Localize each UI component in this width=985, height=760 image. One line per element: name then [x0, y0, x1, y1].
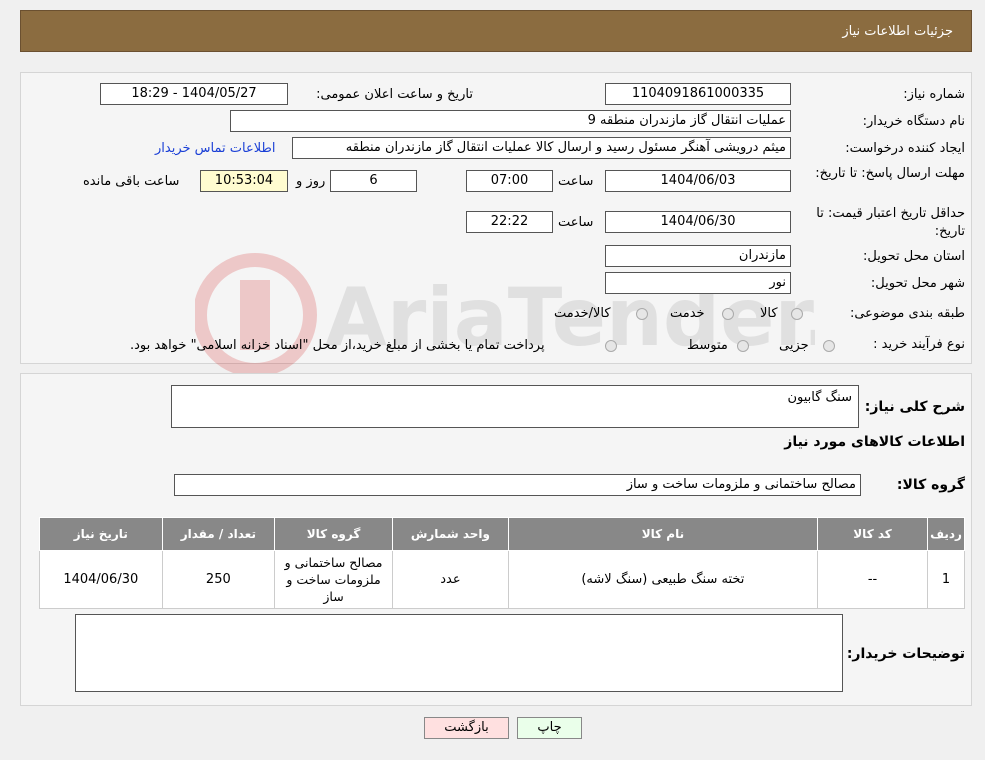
- category-radio-goods[interactable]: [791, 308, 803, 320]
- buyer-org-field: عملیات انتقال گاز مازندران منطقه 9: [230, 110, 791, 132]
- description-value: سنگ گابیون: [787, 390, 852, 405]
- items-table: ردیف کد کالا نام کالا واحد شمارش گروه کا…: [39, 517, 965, 609]
- city-label: شهر محل تحویل:: [870, 276, 965, 291]
- category-option-service: خدمت: [670, 306, 705, 321]
- back-button[interactable]: بازگشت: [424, 717, 509, 739]
- cell-name: تخته سنگ طبیعی (سنگ لاشه): [507, 550, 818, 609]
- validity-time-field: 22:22: [466, 211, 553, 233]
- days-label: روز و: [296, 174, 326, 189]
- creator-label: ایجاد کننده درخواست:: [845, 141, 965, 156]
- buyer-notes-textarea[interactable]: [75, 614, 843, 692]
- col-row: ردیف: [927, 517, 965, 551]
- col-code: کد کالا: [816, 517, 929, 551]
- table-row: 1 -- تخته سنگ طبیعی (سنگ لاشه) عدد مصالح…: [39, 550, 965, 609]
- remaining-time-field: 10:53:04: [200, 170, 288, 192]
- deadline-time-label: ساعت: [558, 174, 594, 189]
- creator-field: میثم درویشی آهنگر مسئول رسید و ارسال کال…: [292, 137, 791, 159]
- process-option-medium: متوسط: [687, 338, 728, 353]
- city-field: نور: [605, 272, 791, 294]
- deadline-date-field: 1404/06/03: [605, 170, 791, 192]
- category-radio-service[interactable]: [722, 308, 734, 320]
- deadline-label: مهلت ارسال پاسخ: تا تاریخ:: [815, 166, 965, 181]
- process-label: نوع فرآیند خرید :: [873, 337, 965, 352]
- process-option-minor: جزیی: [779, 338, 809, 353]
- buyer-notes-label: توضیحات خریدار:: [846, 646, 965, 662]
- process-radio-medium[interactable]: [737, 340, 749, 352]
- buyer-contact-link[interactable]: اطلاعات تماس خریدار: [155, 141, 275, 156]
- remaining-label: ساعت باقی مانده: [83, 174, 180, 189]
- print-button[interactable]: چاپ: [517, 717, 582, 739]
- cell-quantity: 250: [161, 550, 276, 609]
- cell-date: 1404/06/30: [39, 550, 163, 609]
- process-radio-minor[interactable]: [823, 340, 835, 352]
- process-radio-treasury[interactable]: [605, 340, 617, 352]
- province-field: مازندران: [605, 245, 791, 267]
- buyer-org-label: نام دستگاه خریدار:: [862, 114, 965, 129]
- col-name: نام کالا: [507, 517, 818, 551]
- cell-row: 1: [927, 550, 965, 609]
- need-number-field: 1104091861000335: [605, 83, 791, 105]
- cell-code: --: [816, 550, 929, 609]
- announce-label: تاریخ و ساعت اعلان عمومی:: [316, 87, 473, 102]
- page-header: جزئیات اطلاعات نیاز: [20, 10, 972, 52]
- goods-group-label: گروه کالا:: [896, 477, 965, 493]
- description-textarea[interactable]: سنگ گابیون: [171, 385, 859, 428]
- validity-label: حداقل تاریخ اعتبار قیمت: تا تاریخ:: [816, 206, 965, 239]
- category-label: طبقه بندی موضوعی:: [849, 306, 965, 321]
- category-radio-goods-service[interactable]: [636, 308, 648, 320]
- validity-date-field: 1404/06/30: [605, 211, 791, 233]
- days-field: 6: [330, 170, 417, 192]
- items-heading: اطلاعات کالاهای مورد نیاز: [784, 434, 965, 450]
- need-number-label: شماره نیاز:: [903, 87, 965, 102]
- cell-unit: عدد: [391, 550, 509, 609]
- announce-field: 1404/05/27 - 18:29: [100, 83, 288, 105]
- process-treasury-note: پرداخت تمام یا بخشی از مبلغ خرید،از محل …: [130, 338, 545, 353]
- description-label: شرح کلی نیاز:: [864, 399, 965, 415]
- category-option-goods: کالا: [760, 306, 778, 321]
- category-option-goods-service: کالا/خدمت: [554, 306, 611, 321]
- province-label: استان محل تحویل:: [863, 249, 965, 264]
- goods-group-field: مصالح ساختمانی و ملزومات ساخت و ساز: [174, 474, 861, 496]
- cell-group: مصالح ساختمانی و ملزومات ساخت و ساز: [274, 550, 393, 609]
- validity-time-label: ساعت: [558, 215, 594, 230]
- deadline-time-field: 07:00: [466, 170, 553, 192]
- items-table-header: ردیف کد کالا نام کالا واحد شمارش گروه کا…: [39, 517, 965, 551]
- col-group: گروه کالا: [274, 517, 393, 551]
- col-unit: واحد شمارش: [391, 517, 509, 551]
- col-quantity: تعداد / مقدار: [161, 517, 276, 551]
- page-title: جزئیات اطلاعات نیاز: [842, 24, 953, 39]
- col-date: تاریخ نیاز: [39, 517, 163, 551]
